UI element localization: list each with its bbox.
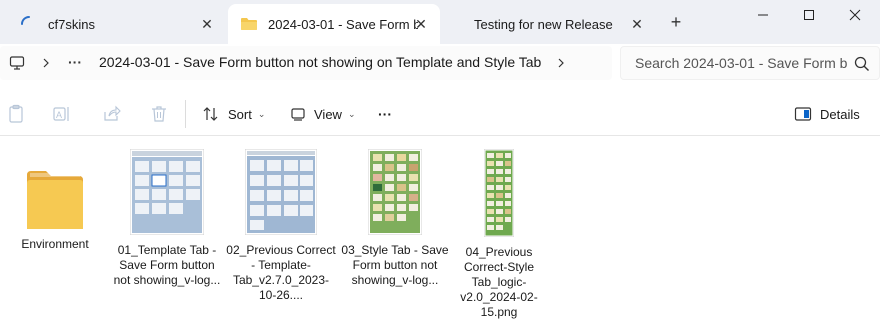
tab-label: Testing for new Release (474, 16, 613, 32)
file-list: Environment 01_Template Tab - Save Form … (0, 137, 880, 333)
file-name: 04_Previous Correct-Style Tab_logic-v2.0… (460, 245, 538, 319)
image-file-item[interactable]: 04_Previous Correct-Style Tab_logic-v2.0… (444, 149, 554, 320)
loading-spinner-icon (21, 16, 30, 25)
image-thumbnail (368, 149, 422, 235)
address-bar: ··· 2024-03-01 - Save Form button not sh… (0, 44, 880, 92)
file-name: 03_Style Tab - Save Form button not show… (341, 243, 449, 287)
delete-icon[interactable] (149, 104, 169, 124)
monitor-icon (9, 56, 25, 70)
details-label: Details (820, 106, 860, 122)
details-pane-icon (794, 107, 812, 121)
title-bar: cf7skins ✕ 2024-03-01 - Save Form b ✕ Te… (0, 0, 880, 44)
folder-item[interactable]: Environment (0, 149, 110, 252)
image-file-item[interactable]: 02_Previous Correct - Template-Tab_v2.7.… (226, 149, 336, 303)
view-icon (291, 108, 305, 121)
image-thumbnail (130, 149, 204, 235)
close-window-button[interactable] (832, 0, 878, 30)
breadcrumb[interactable]: ··· 2024-03-01 - Save Form button not sh… (0, 46, 612, 80)
sort-icon (203, 107, 218, 121)
minimize-icon (758, 14, 768, 16)
command-bar: A Sort ⌄ View ⌄ ··· Details (0, 92, 880, 136)
svg-text:A: A (56, 110, 62, 120)
toolbar-divider (185, 100, 186, 128)
image-file-item[interactable]: 01_Template Tab - Save Form button not s… (112, 149, 222, 288)
tab-label: cf7skins (48, 16, 95, 32)
sort-button[interactable]: Sort ⌄ (202, 102, 265, 126)
close-icon[interactable]: ✕ (198, 15, 216, 33)
search-icon (854, 56, 869, 71)
view-label: View (314, 106, 342, 122)
minimize-button[interactable] (740, 0, 786, 30)
paste-icon[interactable] (6, 104, 26, 124)
more-path-ellipsis[interactable]: ··· (64, 52, 86, 72)
close-icon[interactable]: ✕ (412, 15, 430, 33)
folder-icon (27, 171, 83, 229)
tab-label: 2024-03-01 - Save Form b (268, 16, 418, 32)
close-icon (849, 9, 861, 21)
maximize-icon (804, 10, 814, 20)
image-thumbnail (245, 149, 317, 235)
sort-label: Sort (228, 106, 252, 122)
file-name: Environment (21, 237, 89, 251)
details-button[interactable]: Details (794, 102, 860, 126)
chevron-down-icon: ⌄ (257, 108, 266, 119)
breadcrumb-current-folder[interactable]: 2024-03-01 - Save Form button not showin… (99, 54, 541, 70)
chevron-right-icon[interactable] (553, 55, 569, 71)
search-placeholder: Search 2024-03-01 - Save Form b (635, 55, 847, 71)
image-thumbnail (484, 149, 514, 237)
chevron-down-icon: ⌄ (347, 108, 356, 119)
file-name: 02_Previous Correct - Template-Tab_v2.7.… (226, 243, 336, 302)
more-options-button[interactable]: ··· (378, 102, 392, 126)
tab-cf7skins[interactable]: cf7skins ✕ (8, 4, 226, 44)
rename-icon[interactable]: A (52, 104, 72, 124)
file-name: 01_Template Tab - Save Form button not s… (113, 243, 221, 287)
folder-icon (241, 18, 257, 30)
new-tab-button[interactable]: + (664, 12, 688, 34)
chevron-right-icon[interactable] (38, 55, 54, 71)
view-button[interactable]: View ⌄ (290, 102, 356, 126)
tab-testing[interactable]: Testing for new Release ✕ (444, 4, 656, 44)
search-input[interactable]: Search 2024-03-01 - Save Form b (620, 46, 880, 80)
tab-save-form[interactable]: 2024-03-01 - Save Form b ✕ (228, 4, 440, 44)
image-file-item[interactable]: 03_Style Tab - Save Form button not show… (340, 149, 450, 288)
share-icon[interactable] (102, 104, 122, 124)
close-icon[interactable]: ✕ (628, 15, 646, 33)
this-pc-icon[interactable] (8, 54, 26, 72)
maximize-button[interactable] (786, 0, 832, 30)
